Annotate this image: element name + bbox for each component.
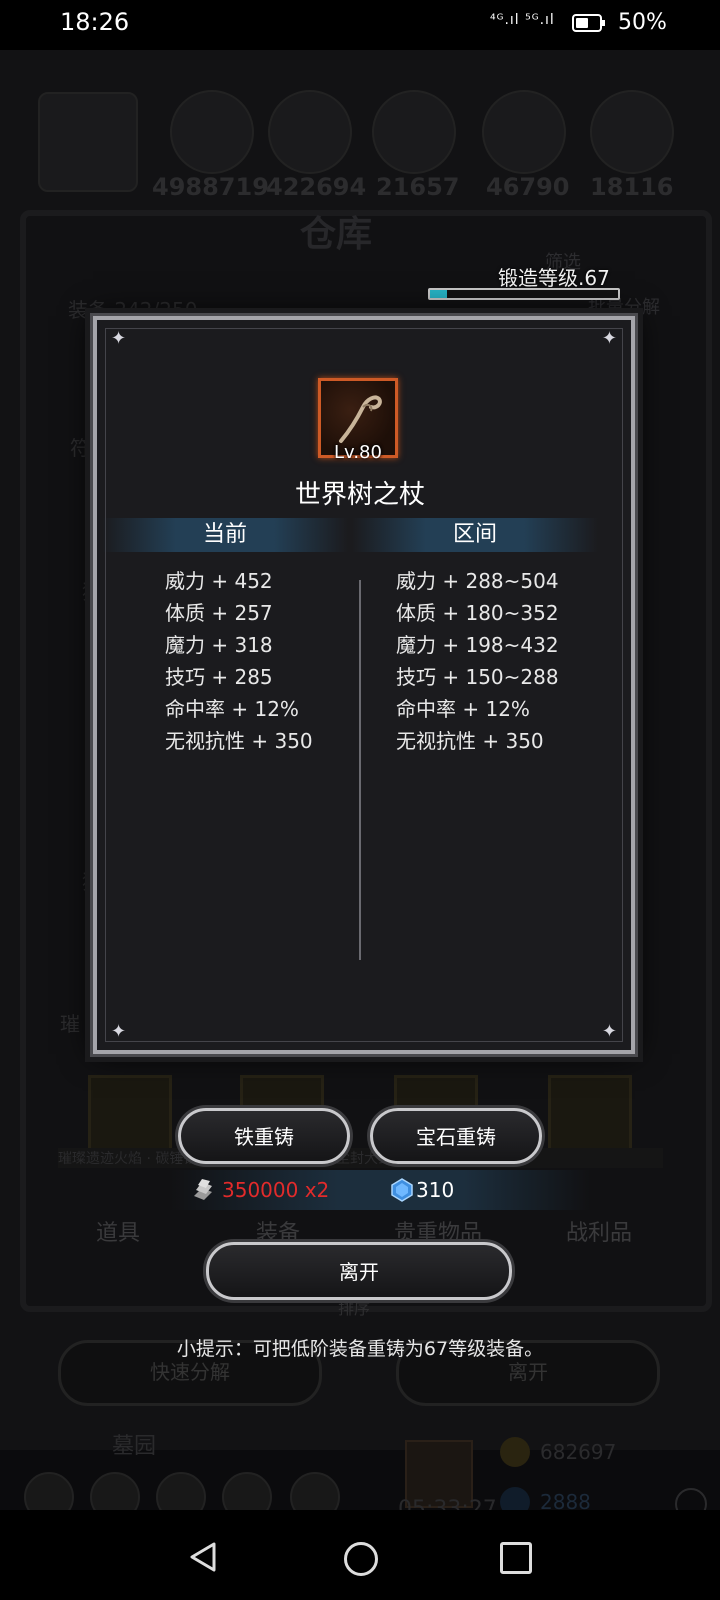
battery-icon	[572, 14, 605, 32]
iron-reforge-button[interactable]: 铁重铸	[178, 1108, 350, 1164]
item-name: 世界树之杖	[294, 480, 425, 510]
item-level: Lv.80	[334, 442, 382, 463]
range-stats-list: 威力 + 288~504 体质 + 180~352 魔力 + 198~432 技…	[396, 565, 559, 757]
current-stat: 威力 + 452	[165, 569, 273, 593]
bg-resource-icon	[590, 90, 674, 174]
bg-resource-value: 21657	[376, 173, 460, 201]
bg-camp-label: 墓园	[112, 1434, 157, 1459]
forge-progress-fill	[430, 290, 447, 298]
corner-star-icon: ✦	[601, 1021, 617, 1042]
bg-resource-icon	[38, 92, 138, 192]
current-stat: 命中率 + 12%	[165, 697, 299, 721]
leave-button[interactable]: 离开	[206, 1242, 512, 1300]
gem-count: 310	[416, 1178, 455, 1202]
bg-item-slot	[88, 1075, 172, 1159]
bg-side-label: 符	[70, 436, 90, 460]
bg-resource-value: 46790	[486, 173, 570, 201]
bg-resource-value: 422694	[266, 173, 367, 201]
range-stat: 命中率 + 12%	[396, 697, 530, 721]
bg-resource-icon	[482, 90, 566, 174]
corner-star-icon: ✦	[601, 328, 617, 349]
recent-apps-icon[interactable]	[500, 1542, 532, 1574]
current-stats-list: 威力 + 452 体质 + 257 魔力 + 318 技巧 + 285 命中率 …	[165, 565, 313, 757]
bg-slot-names: 璀璨遗迹火焰 · 碳锤铜质镰盾 · 炼铸形魔杖 · 尘封大剑	[58, 1148, 663, 1168]
range-stat: 技巧 + 150~288	[396, 665, 559, 689]
bg-resource-icon	[170, 90, 254, 174]
current-stat: 无视抗性 + 350	[165, 729, 313, 753]
gem-reforge-button[interactable]: 宝石重铸	[370, 1108, 542, 1164]
corner-star-icon: ✦	[111, 1021, 127, 1042]
range-stat: 体质 + 180~352	[396, 601, 559, 625]
signal-icon: ⁴ᴳ.ıl ⁵ᴳ.ıl	[490, 12, 555, 28]
battery-level: 50%	[618, 10, 667, 35]
bg-warehouse-title: 仓库	[300, 214, 373, 255]
current-stat: 体质 + 257	[165, 601, 273, 625]
bg-tab-items: 道具	[96, 1221, 141, 1246]
bg-resource-value: 18116	[590, 173, 674, 201]
current-stat: 技巧 + 285	[165, 665, 273, 689]
tip-text: 小提示：可把低阶装备重铸为67等级装备。	[176, 1338, 544, 1360]
bg-gold-amount: 682697	[540, 1440, 617, 1464]
forge-level-label: 锻造等级.67	[498, 266, 610, 290]
bg-resource-value: 4988719	[152, 173, 269, 201]
bg-gold-icon	[500, 1437, 530, 1467]
bg-tab-loot: 战利品	[566, 1221, 633, 1246]
column-divider	[359, 580, 361, 960]
iron-cost: 350000 x2	[222, 1178, 330, 1202]
back-icon[interactable]	[186, 1540, 220, 1574]
staff-graphic	[339, 395, 382, 443]
range-stats-header: 区间	[352, 518, 598, 552]
bg-resource-icon	[268, 90, 352, 174]
bg-item-slot	[548, 1075, 632, 1159]
bg-side-label: 璀	[60, 1012, 80, 1036]
bg-resource-icon	[372, 90, 456, 174]
corner-star-icon: ✦	[111, 328, 127, 349]
range-stat: 魔力 + 198~432	[396, 633, 559, 657]
iron-ingot-icon	[194, 1179, 212, 1200]
home-icon[interactable]	[344, 1542, 378, 1576]
current-stat: 魔力 + 318	[165, 633, 273, 657]
forge-progress-bar	[428, 288, 620, 300]
current-stats-header: 当前	[102, 518, 348, 552]
gem-icon	[391, 1178, 413, 1202]
range-stat: 威力 + 288~504	[396, 569, 559, 593]
range-stat: 无视抗性 + 350	[396, 729, 544, 753]
status-time: 18:26	[60, 8, 130, 36]
